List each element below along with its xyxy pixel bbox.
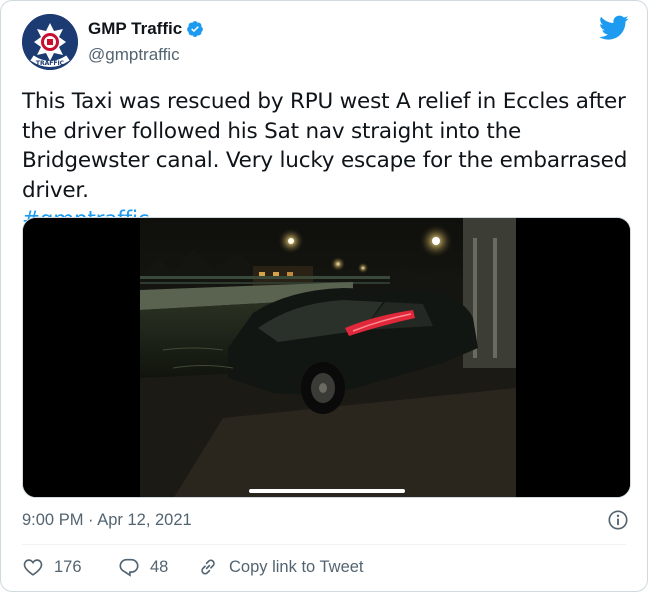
avatar[interactable]: TRAFFIC [22,14,78,70]
twitter-bird-icon[interactable] [599,15,629,41]
heart-icon [23,559,43,576]
reply-icon [119,558,139,577]
divider [22,544,626,545]
copy-link-button[interactable]: Copy link to Tweet [197,556,364,578]
video-player[interactable] [22,217,631,498]
video-frame [23,218,630,497]
handle[interactable]: @gmptraffic [88,45,180,65]
gmp-crest-icon: TRAFFIC [22,14,78,70]
video-progress-bar[interactable] [249,489,405,493]
copy-link-label: Copy link to Tweet [229,557,364,576]
info-icon[interactable] [607,509,629,531]
tweet-text: This Taxi was rescued by RPU west A reli… [22,87,632,235]
display-name[interactable]: GMP Traffic [88,19,182,39]
name-row: GMP Traffic [88,19,204,39]
avatar-text: TRAFFIC [36,60,65,67]
reply-count: 48 [150,557,169,576]
like-count: 176 [54,557,82,576]
verified-badge-icon [187,21,204,37]
reply-button[interactable]: 48 [118,556,168,578]
like-button[interactable]: 176 [22,556,82,578]
link-icon [201,559,215,575]
tweet-card: TRAFFIC GMP Traffic @gmptraffic This Tax… [0,0,648,592]
tweet-body: This Taxi was rescued by RPU west A reli… [22,89,628,203]
timestamp[interactable]: 9:00 PM · Apr 12, 2021 [22,511,192,530]
